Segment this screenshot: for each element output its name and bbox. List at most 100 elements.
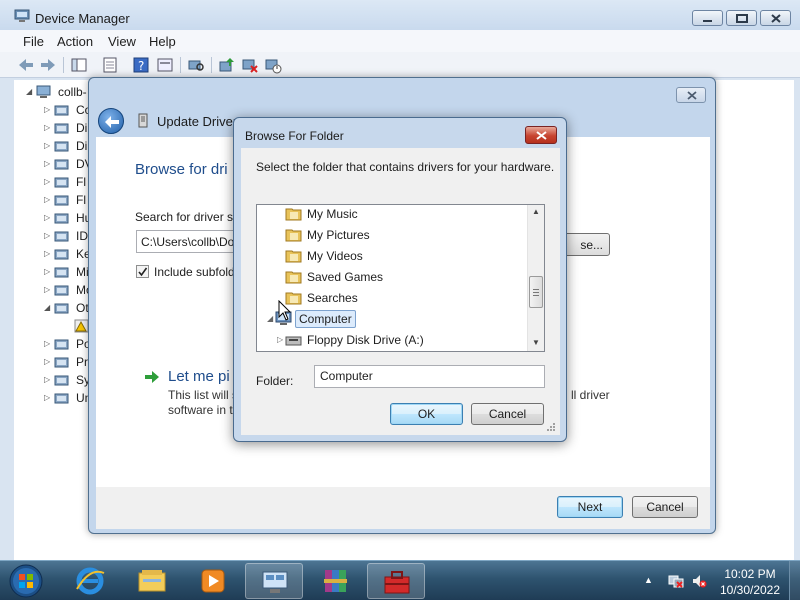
properties-icon[interactable] [101,56,119,74]
folder-item-label: My Pictures [307,228,370,242]
keyboard-icon [54,249,69,260]
other-icon [54,303,69,314]
taskbar-explorer[interactable] [123,563,181,599]
expand-icon[interactable]: ▷ [44,141,50,150]
computer-icon [36,85,51,98]
taskbar-device-manager[interactable] [245,563,303,599]
clock-time[interactable]: 10:02 PM [720,567,780,581]
tree-root-label: collb- [58,85,87,99]
expand-icon[interactable]: ▷ [44,213,50,222]
close-icon [536,131,547,140]
media-player-icon [201,569,225,593]
dialog-close-button[interactable] [525,126,557,144]
ide-icon [54,231,69,242]
folder-item[interactable]: ◢ Computer [257,309,527,330]
view-icon[interactable] [156,56,174,74]
folder-item[interactable]: Saved Games [257,267,527,288]
update-driver-icon[interactable] [218,56,236,74]
taskbar-winrar[interactable] [306,563,364,599]
scroll-up-icon[interactable]: ▲ [532,207,540,216]
taskbar-toolbox[interactable] [367,563,425,599]
window-title: Device Manager [35,11,130,26]
expand-icon[interactable]: ▷ [44,339,50,348]
folder-item[interactable]: My Videos [257,246,527,267]
let-me-pick-link[interactable]: Let me pi [168,368,230,385]
computer-icon [54,105,69,116]
expand-icon[interactable]: ▷ [44,123,50,132]
menu-help[interactable]: Help [149,34,176,49]
folder-input[interactable]: Computer [314,365,545,388]
grip-line [533,289,539,290]
folder-label: Folder: [256,374,294,388]
expand-icon[interactable]: ▷ [44,285,50,294]
scan-hardware-icon[interactable] [187,56,205,74]
folder-item[interactable]: ▷ Floppy Disk Drive (A:) [257,330,527,351]
wizard-cancel-button[interactable]: Cancel [632,496,698,518]
taskbar-media-player[interactable] [184,563,242,599]
grip-line [533,295,539,296]
expand-icon[interactable]: ▷ [44,159,50,168]
dvd-icon [54,159,69,170]
maximize-icon [736,14,748,23]
ok-button[interactable]: OK [390,403,463,425]
collapse-icon[interactable]: ◢ [44,303,50,312]
mouse-cursor-icon [278,300,292,321]
expand-icon[interactable]: ▷ [44,267,50,276]
close-icon [771,14,781,23]
dialog-content: Select the folder that contains drivers … [241,148,560,435]
usb-icon [54,393,69,404]
collapse-icon[interactable]: ◢ [267,314,273,323]
expand-icon[interactable]: ▷ [44,357,50,366]
show-hide-tree-icon[interactable] [70,56,88,74]
back-icon[interactable] [17,56,35,74]
expand-icon[interactable]: ▷ [44,105,50,114]
toolbar: ? [0,52,800,78]
show-desktop-button[interactable] [789,561,800,600]
folder-item[interactable]: My Pictures [257,225,527,246]
close-button[interactable] [760,10,791,26]
tree-item-label: Ot [76,301,89,315]
network-icon[interactable] [668,573,684,589]
start-button[interactable] [6,563,46,599]
menu-action[interactable]: Action [57,34,93,49]
minimize-button[interactable] [692,10,723,26]
title-bar: Device Manager [0,0,800,30]
expand-icon[interactable]: ▷ [44,375,50,384]
resize-grip-icon[interactable] [546,422,556,432]
expand-icon[interactable]: ▷ [44,177,50,186]
menu-file[interactable]: File [23,34,44,49]
processor-icon [54,357,69,368]
expand-icon[interactable]: ▷ [44,249,50,258]
expand-icon[interactable]: ▷ [44,231,50,240]
dialog-cancel-button[interactable]: Cancel [471,403,544,425]
forward-icon[interactable] [39,56,57,74]
collapse-icon[interactable]: ◢ [26,87,32,96]
scroll-down-icon[interactable]: ▼ [532,338,540,347]
folder-item[interactable]: Searches [257,288,527,309]
winrar-icon [324,570,347,592]
folder-item[interactable]: My Music [257,205,527,225]
next-button[interactable]: Next [557,496,623,518]
help-icon[interactable]: ? [132,56,150,74]
include-subfolders-checkbox[interactable] [136,265,149,278]
folder-tree-scrollbar[interactable]: ▲ ▼ [527,205,544,351]
clock-date[interactable]: 10/30/2022 [712,583,788,597]
expand-icon[interactable]: ▷ [44,393,50,402]
disable-icon[interactable] [264,56,282,74]
pictures-folder-icon [285,229,302,242]
scroll-thumb[interactable] [529,276,543,308]
show-hidden-icons-icon[interactable]: ▲ [644,575,653,585]
menu-view[interactable]: View [108,34,136,49]
tree-item-label: Pr [76,355,88,369]
uninstall-icon[interactable] [241,56,259,74]
expand-icon[interactable]: ▷ [277,335,283,344]
wizard-close-button[interactable] [676,87,706,103]
volume-muted-icon[interactable] [691,573,707,589]
maximize-button[interactable] [726,10,757,26]
wizard-back-button[interactable] [98,108,124,134]
hid-icon [54,213,69,224]
internet-explorer-icon[interactable] [74,565,106,597]
unknown-icon [74,319,89,333]
tree-item-label: ID [76,229,88,243]
expand-icon[interactable]: ▷ [44,195,50,204]
